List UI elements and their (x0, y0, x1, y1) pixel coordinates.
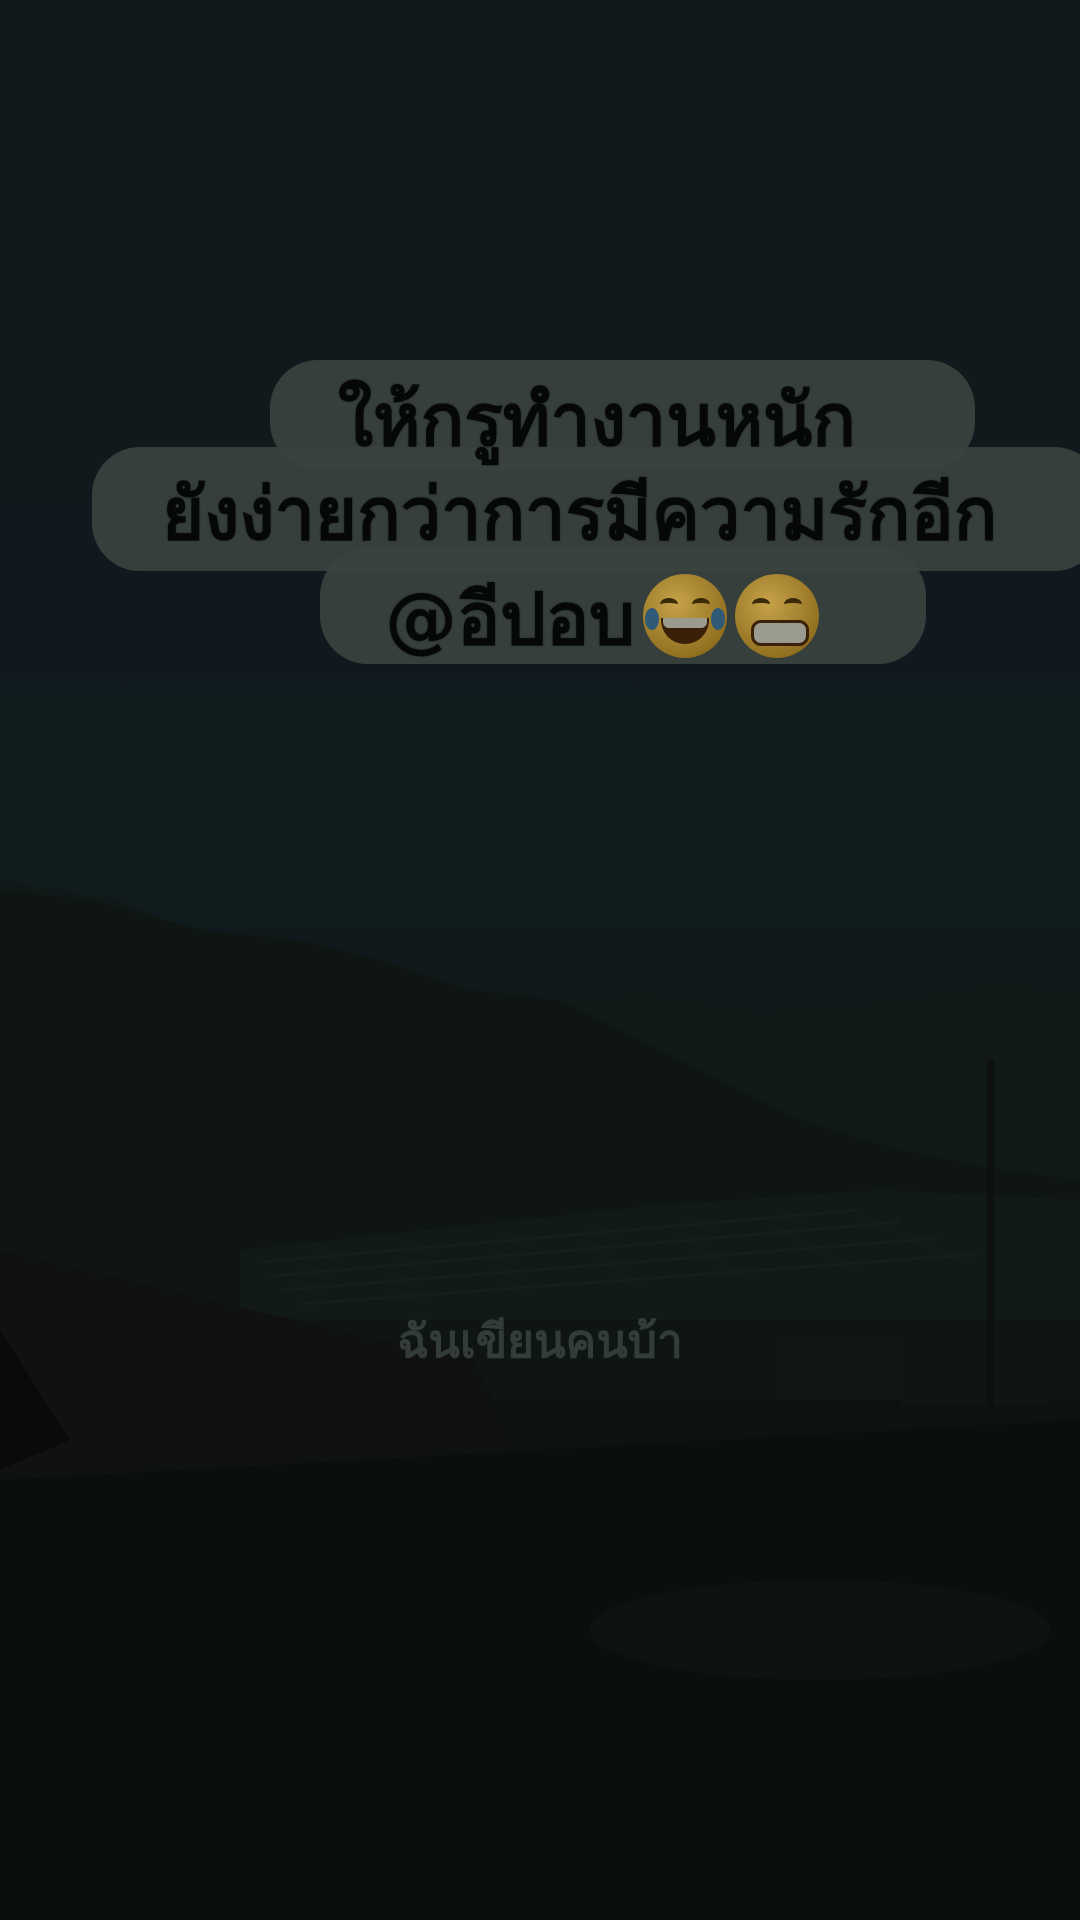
mention-text: @อีปอบ (385, 577, 635, 661)
caption-block: ให้กรูทำงานหนัก ยังง่ายกว่าการมีความรักอ… (0, 0, 1080, 700)
watermark-text: ฉันเขียนคนบ้า (397, 1314, 683, 1368)
caption-line-3: @อีปอบ (385, 574, 819, 658)
story-frame: ฉันเขียนคนบ้า ให้กรูทำงานหนัก ยังง่ายกว่… (0, 0, 1080, 1920)
grinning-face-icon (734, 574, 819, 658)
caption-line-1: ให้กรูทำงานหนัก (338, 378, 856, 462)
caption-line-2: ยังง่ายกว่าการมีความรักอีก (162, 472, 998, 556)
tears-of-joy-icon (642, 574, 727, 658)
